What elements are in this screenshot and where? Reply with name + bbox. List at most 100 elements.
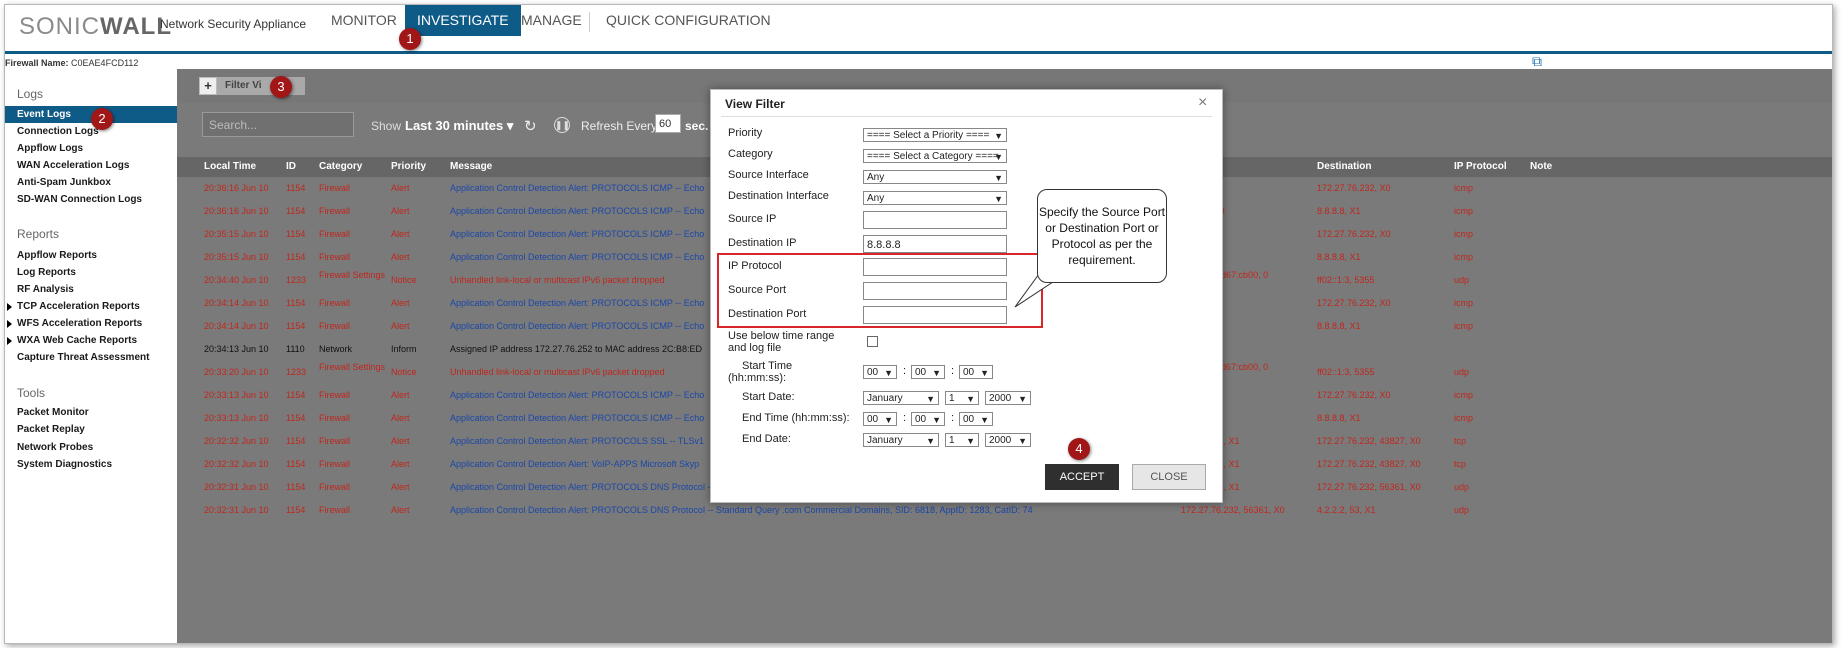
add-filter-button[interactable]: +	[199, 77, 217, 95]
sidebar-item-wfs-acceleration-reports[interactable]: WFS Acceleration Reports	[7, 315, 142, 332]
cell-priority: Alert	[391, 505, 410, 515]
cell-category: Firewall	[319, 459, 351, 469]
start-date-label: Start Date:	[742, 391, 795, 403]
sidebar-item-tcp-acceleration-reports[interactable]: TCP Acceleration Reports	[7, 298, 140, 315]
category-select-value: ==== Select a Category ====	[867, 151, 999, 162]
cell-ip-protocol: udp	[1454, 482, 1470, 492]
end-month-select[interactable]: January ▼	[863, 433, 939, 447]
tab-quick-configuration[interactable]: QUICK CONFIGURATION	[594, 5, 783, 36]
refresh-icon[interactable]: ↻	[524, 117, 537, 135]
use-time-range-checkbox[interactable]	[867, 336, 878, 347]
logo-text-light: SONIC	[19, 13, 101, 40]
tab-manage[interactable]: MANAGE	[509, 5, 594, 36]
step-badge-3: 3	[270, 76, 292, 98]
cell-destination: 8.8.8.8, X1	[1317, 413, 1361, 423]
destination-ip-input[interactable]: 8.8.8.8	[863, 235, 1007, 253]
col-id[interactable]: ID	[286, 161, 296, 172]
cell-destination: 172.27.76.232, 43827, X0	[1317, 436, 1421, 446]
col-destination[interactable]: Destination	[1317, 161, 1371, 172]
sidebar-item-sd-wan-connection-logs[interactable]: SD-WAN Connection Logs	[17, 191, 142, 208]
cell-local-time: 20:36:16 Jun 10	[204, 183, 269, 193]
sidebar-item-anti-spam-junkbox[interactable]: Anti-Spam Junkbox	[17, 174, 111, 191]
start-day-select[interactable]: 1 ▼	[945, 391, 979, 405]
cell-destination: 172.27.76.232, X0	[1317, 298, 1391, 308]
sidebar-item-log-reports[interactable]: Log Reports	[17, 264, 76, 281]
source-ip-input[interactable]	[863, 211, 1007, 229]
end-minute-select[interactable]: 00 ▼	[911, 412, 945, 426]
tab-monitor[interactable]: MONITOR	[319, 5, 409, 36]
start-month-select[interactable]: January ▼	[863, 391, 939, 405]
close-button[interactable]: CLOSE	[1132, 464, 1206, 490]
priority-label: Priority	[728, 127, 763, 139]
col-notes[interactable]: Note	[1530, 161, 1552, 172]
sidebar-item-packet-monitor[interactable]: Packet Monitor	[17, 404, 89, 421]
sidebar-item-packet-replay[interactable]: Packet Replay	[17, 421, 85, 438]
cell-local-time: 20:32:31 Jun 10	[204, 505, 269, 515]
col-message[interactable]: Message	[450, 161, 492, 172]
col-local-time[interactable]: Local Time	[204, 161, 256, 172]
end-second-value: 00	[963, 414, 975, 425]
destination-interface-select[interactable]: Any ▼	[863, 191, 1007, 205]
expand-arrow-icon[interactable]	[7, 320, 12, 328]
popout-icon[interactable]: ⧉	[1532, 53, 1546, 69]
start-second-select[interactable]: 00 ▼	[959, 365, 993, 379]
sidebar-item-appflow-reports[interactable]: Appflow Reports	[17, 247, 97, 264]
col-category[interactable]: Category	[319, 161, 362, 172]
expand-arrow-icon[interactable]	[7, 337, 12, 345]
cell-local-time: 20:33:20 Jun 10	[204, 367, 269, 377]
sidebar-item-wxa-web-cache-reports[interactable]: WXA Web Cache Reports	[7, 332, 137, 349]
app-window: SONICWALL Network Security Appliance MON…	[4, 4, 1833, 644]
start-hour-select[interactable]: 00 ▼	[863, 365, 897, 379]
end-hour-select[interactable]: 00 ▼	[863, 412, 897, 426]
sidebar-item-appflow-logs[interactable]: Appflow Logs	[17, 140, 83, 157]
cell-id: 1154	[286, 390, 306, 400]
start-second-value: 00	[963, 367, 975, 378]
priority-select[interactable]: ==== Select a Priority ==== ▼	[863, 128, 1007, 142]
close-icon[interactable]: ×	[1198, 94, 1207, 112]
end-day-select[interactable]: 1 ▼	[945, 433, 979, 447]
time-range-dropdown[interactable]: Last 30 minutes ▾	[405, 118, 513, 134]
cell-category: Firewall	[319, 482, 351, 492]
cell-ip-protocol: icmp	[1454, 298, 1474, 308]
destination-interface-label: Destination Interface	[728, 190, 829, 202]
cell-destination: ff02::1:3, 5355	[1317, 367, 1375, 377]
end-minute-value: 00	[915, 414, 927, 425]
sidebar-item-network-probes[interactable]: Network Probes	[17, 439, 93, 456]
end-year-select[interactable]: 2000 ▼	[985, 433, 1031, 447]
col-priority[interactable]: Priority	[391, 161, 426, 172]
cell-priority: Notice	[391, 275, 417, 285]
end-second-select[interactable]: 00 ▼	[959, 412, 993, 426]
category-select[interactable]: ==== Select a Category ==== ▼	[863, 149, 1007, 163]
priority-select-value: ==== Select a Priority ====	[867, 130, 990, 141]
cell-priority: Alert	[391, 459, 410, 469]
refresh-unit-label: sec.	[685, 119, 709, 133]
search-input[interactable]: Search...	[202, 112, 354, 137]
cell-local-time: 20:36:16 Jun 10	[204, 206, 269, 216]
source-interface-select[interactable]: Any ▼	[863, 170, 1007, 184]
cell-id: 1154	[286, 413, 306, 423]
sidebar-item-wan-acceleration-logs[interactable]: WAN Acceleration Logs	[17, 157, 129, 174]
expand-arrow-icon[interactable]	[7, 303, 12, 311]
cell-id: 1154	[286, 482, 306, 492]
chevron-down-icon: ▼	[1018, 436, 1027, 446]
end-day-value: 1	[949, 435, 955, 446]
refresh-interval-input[interactable]: 60	[655, 114, 681, 133]
cell-destination: 4.2.2.2, 53, X1	[1317, 505, 1376, 515]
nav-divider	[589, 12, 590, 32]
tab-investigate[interactable]: INVESTIGATE	[405, 5, 521, 36]
use-time-range-line-2: and log file	[728, 342, 782, 354]
accept-button[interactable]: ACCEPT	[1045, 464, 1119, 490]
pause-icon[interactable]: ❚❚	[554, 117, 570, 133]
sidebar-item-rf-analysis[interactable]: RF Analysis	[17, 281, 74, 298]
dialog-title: View Filter	[725, 97, 785, 111]
start-year-select[interactable]: 2000 ▼	[985, 391, 1031, 405]
start-minute-select[interactable]: 00 ▼	[911, 365, 945, 379]
sidebar-item-connection-logs[interactable]: Connection Logs	[17, 123, 99, 140]
cell-destination: 172.27.76.232, 56361, X0	[1317, 482, 1421, 492]
col-ip-protocol[interactable]: IP Protocol	[1454, 161, 1507, 172]
sidebar-item-system-diagnostics[interactable]: System Diagnostics	[17, 456, 112, 473]
cell-priority: Inform	[391, 344, 417, 354]
chevron-down-icon: ▼	[994, 152, 1003, 162]
sidebar-item-capture-threat-assessment[interactable]: Capture Threat Assessment	[17, 349, 149, 366]
cell-category: Firewall	[319, 252, 351, 262]
